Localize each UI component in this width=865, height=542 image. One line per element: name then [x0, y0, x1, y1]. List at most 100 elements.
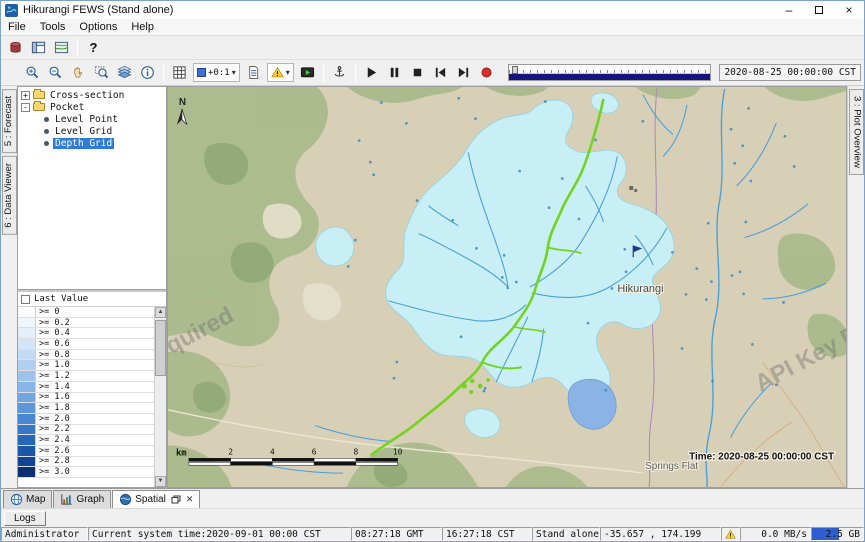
legend-swatch	[18, 467, 36, 477]
tree-item-level-grid[interactable]: Level Grid	[18, 125, 166, 137]
legend-row: >= 1.2	[18, 371, 154, 382]
maximize-icon	[815, 6, 823, 14]
legend-list: >= 0 >= 0.2 >= 0.4 >= 0.6 >= 0.8 >= 1.0 …	[18, 307, 154, 487]
pan-icon	[71, 65, 86, 80]
animation-icon	[300, 65, 315, 80]
logs-button[interactable]: Logs	[4, 511, 46, 526]
step-forward-button[interactable]	[452, 62, 475, 83]
chevron-down-icon: ▾	[232, 68, 236, 77]
tab-map[interactable]: Map	[3, 490, 52, 508]
grid-icon	[172, 65, 187, 80]
legend-swatch	[18, 425, 36, 435]
legend-row: >= 0.4	[18, 328, 154, 339]
zoom-in-button[interactable]	[21, 62, 44, 83]
legend-row: >= 2.0	[18, 414, 154, 425]
current-datetime: 2020-08-25 00:00:00 CST	[719, 64, 861, 81]
menu-help[interactable]: Help	[124, 20, 161, 34]
info-button[interactable]	[136, 62, 159, 83]
tree-item-depth-grid[interactable]: Depth Grid	[18, 137, 166, 149]
zoom-ratio-combo[interactable]: +0:1 ▾	[193, 63, 240, 82]
status-coordinates: -35.657 , 174.199	[600, 527, 721, 541]
tab-graph[interactable]: Graph	[53, 490, 111, 508]
dashboard-button[interactable]	[27, 37, 50, 58]
tree-item-cross-section[interactable]: + Cross-section	[18, 89, 166, 101]
layer-tree: + Cross-section - Pocket Level Point Lev…	[17, 86, 166, 290]
expander-icon[interactable]: +	[21, 91, 30, 100]
maximize-button[interactable]	[804, 1, 834, 19]
animation-button[interactable]	[296, 62, 319, 83]
map-canvas[interactable]: API Key Required API Key Required Hikura…	[167, 86, 847, 488]
grid-button[interactable]	[168, 62, 191, 83]
data-viewer-panel: + Cross-section - Pocket Level Point Lev…	[17, 86, 167, 488]
stop-button[interactable]	[406, 62, 429, 83]
scroll-down-icon[interactable]: ▼	[155, 476, 166, 487]
zoom-extent-button[interactable]	[90, 62, 113, 83]
layer-node-icon	[44, 117, 49, 122]
zoom-ratio-icon	[197, 68, 206, 77]
last-value-checkbox[interactable]	[21, 295, 30, 304]
pan-button[interactable]	[67, 62, 90, 83]
scrollbar-thumb[interactable]	[155, 320, 166, 376]
layers-button[interactable]	[113, 62, 136, 83]
menu-file[interactable]: File	[1, 20, 33, 34]
timeline-thumb[interactable]	[512, 66, 518, 74]
legend-swatch	[18, 435, 36, 445]
tab-forecast[interactable]: 5 : Forecast	[2, 89, 17, 153]
pause-icon	[387, 65, 402, 80]
record-button[interactable]	[475, 62, 498, 83]
chevron-down-icon: ▾	[286, 68, 290, 77]
legend-swatch	[18, 457, 36, 467]
menu-options[interactable]: Options	[72, 20, 124, 34]
step-back-button[interactable]	[429, 62, 452, 83]
anchor-icon	[332, 65, 347, 80]
timeline-ticks	[509, 65, 711, 74]
legend-swatch	[18, 328, 36, 338]
minimize-button[interactable]: –	[774, 1, 804, 19]
anchor-button[interactable]	[328, 62, 351, 83]
status-warning-button[interactable]	[721, 527, 740, 541]
restore-icon[interactable]	[171, 495, 181, 505]
legend-swatch	[18, 371, 36, 381]
timeline-bar	[509, 74, 711, 80]
tree-item-pocket[interactable]: - Pocket	[18, 101, 166, 113]
app-icon	[5, 4, 18, 17]
place-label-hikurangi: Hikurangi	[617, 283, 663, 295]
legend-swatch	[18, 307, 36, 317]
expander-icon[interactable]: -	[21, 103, 30, 112]
scrollbar-track[interactable]	[155, 318, 166, 476]
legend-row: >= 2.2	[18, 425, 154, 436]
play-button[interactable]	[360, 62, 383, 83]
zoom-out-icon	[48, 65, 63, 80]
tab-data-viewer[interactable]: 6 : Data Viewer	[2, 156, 17, 235]
layer-node-icon	[44, 129, 49, 134]
view-tabs: Map Graph Spatial ✕	[1, 488, 864, 508]
document-button[interactable]	[242, 62, 265, 83]
legend-swatch	[18, 318, 36, 328]
map-panel-button[interactable]	[50, 37, 73, 58]
pause-button[interactable]	[383, 62, 406, 83]
step-back-icon	[433, 65, 448, 80]
toolbar-separator	[323, 64, 324, 82]
svg-text:6: 6	[312, 447, 317, 456]
help-button[interactable]: ?	[82, 37, 105, 58]
menu-tools[interactable]: Tools	[33, 20, 73, 34]
tree-item-level-point[interactable]: Level Point	[18, 113, 166, 125]
timeline-slider[interactable]	[508, 64, 712, 81]
legend-swatch	[18, 339, 36, 349]
close-tab-icon[interactable]: ✕	[186, 494, 194, 505]
status-system-time: Current system time:2020-09-01 00:00 CST	[88, 527, 351, 541]
legend-scrollbar[interactable]: ▲ ▼	[154, 307, 166, 487]
tab-spatial[interactable]: Spatial ✕	[112, 490, 200, 508]
close-button[interactable]: ×	[834, 1, 864, 19]
warning-combo[interactable]: ▾	[267, 63, 294, 82]
legend-swatch	[18, 403, 36, 413]
toolbar-separator	[355, 64, 356, 82]
globe-icon	[10, 493, 23, 506]
status-bar: Administrator Current system time:2020-0…	[1, 527, 864, 541]
scroll-up-icon[interactable]: ▲	[155, 307, 166, 318]
database-button[interactable]	[4, 37, 27, 58]
zoom-out-button[interactable]	[44, 62, 67, 83]
tab-plot-overview[interactable]: 3 : Plot Overview	[849, 89, 864, 175]
memory-label: 2.5 GB	[812, 529, 863, 540]
step-forward-icon	[456, 65, 471, 80]
